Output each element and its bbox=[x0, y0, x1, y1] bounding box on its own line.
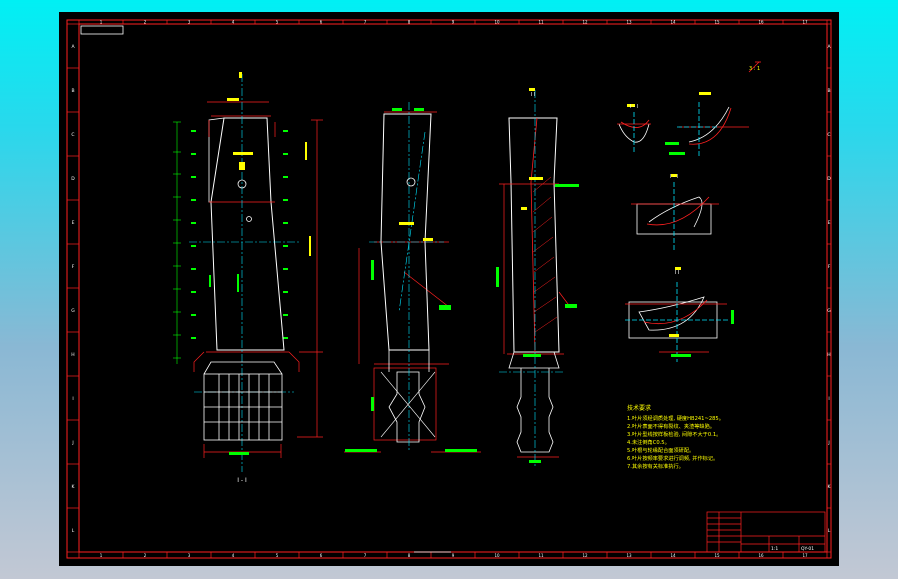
notes-line-2: 2.叶片表面不得有裂纹、夹渣等缺陷。 bbox=[627, 422, 715, 430]
column-label-bottom: 5 bbox=[276, 553, 279, 558]
notes-line-1: 1.叶片须经调质处理, 硬度HB241~285。 bbox=[627, 414, 724, 422]
column-label-top: 6 bbox=[320, 20, 323, 25]
row-label-left: F bbox=[72, 264, 75, 270]
column-label-bottom: 3 bbox=[188, 553, 191, 558]
inner-border bbox=[78, 23, 828, 553]
column-label-top: 7 bbox=[364, 20, 367, 25]
title-block bbox=[414, 511, 826, 553]
row-label-left: D bbox=[71, 176, 75, 182]
notes-line-7: 7.其余按有关标准执行。 bbox=[627, 462, 684, 470]
front-view: I - I bbox=[173, 72, 323, 484]
section-b-label: I - I bbox=[670, 174, 678, 180]
technical-notes: 技术要求 1.叶片须经调质处理, 硬度HB241~285。 2.叶片表面不得有裂… bbox=[627, 404, 724, 470]
column-tick-marks bbox=[78, 20, 828, 558]
row-label-left: L bbox=[72, 528, 75, 534]
row-label-right: J bbox=[827, 440, 829, 446]
column-label-top: 5 bbox=[276, 20, 279, 25]
section-c-label: I I bbox=[675, 270, 680, 276]
column-label-bottom: 11 bbox=[538, 553, 544, 558]
notes-line-5: 5.叶根与轮缘配合面须研配。 bbox=[627, 446, 694, 454]
column-label-bottom: 13 bbox=[626, 553, 632, 558]
section-details: I - I I - I I I I I 3 : 1 bbox=[531, 61, 761, 362]
side-view-2 bbox=[496, 88, 579, 468]
engineering-drawing: 1122334455667788991010111112121313141415… bbox=[66, 19, 832, 559]
row-tick-marks bbox=[67, 23, 831, 553]
row-label-left: H bbox=[71, 352, 74, 358]
outer-border bbox=[66, 19, 832, 559]
column-label-top: 9 bbox=[452, 20, 455, 25]
row-label-right: E bbox=[828, 220, 831, 226]
row-label-left: K bbox=[72, 484, 76, 490]
front-left-dims bbox=[173, 121, 181, 364]
row-label-right: L bbox=[828, 528, 831, 534]
row-label-left: E bbox=[72, 220, 75, 226]
column-label-bottom: 4 bbox=[232, 553, 235, 558]
row-label-right: C bbox=[827, 132, 830, 138]
column-label-top: 1 bbox=[100, 20, 103, 25]
column-label-top: 14 bbox=[670, 20, 676, 25]
row-label-right: B bbox=[827, 88, 830, 94]
column-label-top: 4 bbox=[232, 20, 235, 25]
notes-line-6: 6.叶片按频率要求进行调频, 并作标记。 bbox=[627, 454, 718, 462]
column-label-bottom: 1 bbox=[100, 553, 103, 558]
column-label-bottom: 2 bbox=[144, 553, 147, 558]
column-label-top: 11 bbox=[538, 20, 544, 25]
column-label-top: 17 bbox=[802, 20, 808, 25]
row-label-right: D bbox=[827, 176, 831, 182]
column-label-top: 10 bbox=[494, 20, 500, 25]
row-label-left: G bbox=[71, 308, 75, 314]
row-label-left: J bbox=[71, 440, 73, 446]
column-label-bottom: 10 bbox=[494, 553, 500, 558]
section-a-label: I - I bbox=[630, 104, 638, 110]
row-label-left: B bbox=[71, 88, 74, 94]
column-label-bottom: 15 bbox=[714, 553, 720, 558]
column-label-bottom: 17 bbox=[802, 553, 808, 558]
notes-line-3: 3.叶片型线按样板检验, 间隙不大于0.1。 bbox=[627, 430, 721, 438]
row-label-left: I bbox=[72, 396, 73, 402]
column-label-top: 3 bbox=[188, 20, 191, 25]
detail-scale-label: 3 : 1 bbox=[749, 66, 760, 72]
column-label-top: 8 bbox=[408, 20, 411, 25]
row-label-right: G bbox=[827, 308, 831, 314]
column-label-top: 15 bbox=[714, 20, 720, 25]
notes-line-4: 4.未注倒角C0.5。 bbox=[627, 438, 670, 446]
side-view-1 bbox=[344, 102, 481, 453]
column-label-bottom: 7 bbox=[364, 553, 367, 558]
column-label-top: 16 bbox=[758, 20, 764, 25]
column-labels: 1122334455667788991010111112121313141415… bbox=[100, 20, 808, 559]
blade-view-label: I I bbox=[531, 92, 536, 98]
column-label-bottom: 12 bbox=[582, 553, 588, 558]
front-view-label: I - I bbox=[237, 477, 247, 484]
notes-heading: 技术要求 bbox=[627, 404, 651, 412]
row-label-left: A bbox=[71, 44, 75, 50]
column-label-bottom: 8 bbox=[408, 553, 411, 558]
top-left-box bbox=[80, 25, 124, 35]
column-label-top: 12 bbox=[582, 20, 588, 25]
column-label-top: 2 bbox=[144, 20, 147, 25]
column-label-bottom: 16 bbox=[758, 553, 764, 558]
row-label-right: H bbox=[827, 352, 830, 358]
title-block-drawing-number: QY-01 bbox=[801, 546, 814, 552]
column-label-bottom: 14 bbox=[670, 553, 676, 558]
column-label-top: 13 bbox=[626, 20, 632, 25]
cad-drawing-canvas[interactable]: 1 1 2 2 3 3 4 4 5 5 6 6 7 7 8 8 9 9 10 10 11 11 12 12 13 13 14 14 15… bbox=[59, 12, 839, 566]
row-label-right: I bbox=[828, 396, 829, 402]
row-label-right: F bbox=[828, 264, 831, 270]
title-block-scale: 1:1 bbox=[771, 546, 778, 552]
row-label-left: C bbox=[71, 132, 74, 138]
column-label-bottom: 6 bbox=[320, 553, 323, 558]
column-label-bottom: 9 bbox=[452, 553, 455, 558]
